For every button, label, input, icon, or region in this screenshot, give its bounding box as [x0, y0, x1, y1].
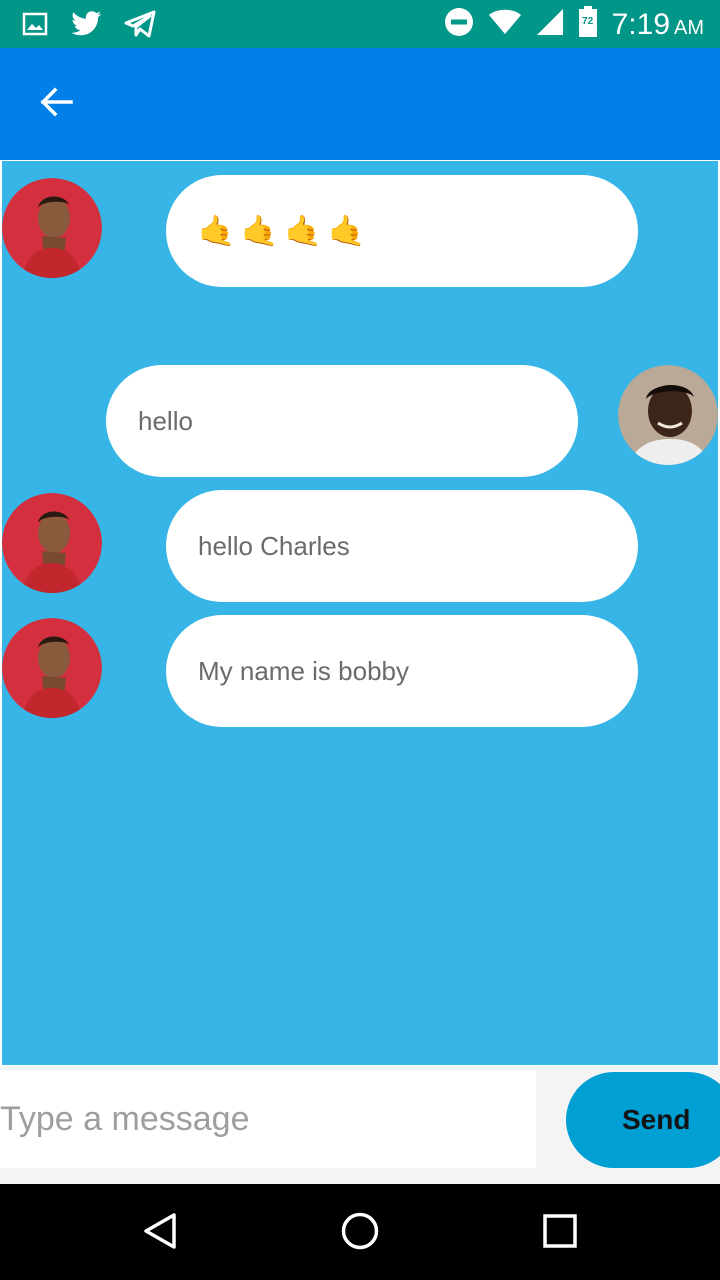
nav-bar: [0, 1184, 720, 1280]
clock-time: 7:19: [611, 7, 670, 41]
message-input[interactable]: [0, 1070, 536, 1168]
nav-home-button[interactable]: [330, 1208, 390, 1258]
message-text: hello Charles: [198, 530, 350, 561]
do-not-disturb-icon: [444, 7, 474, 42]
telegram-icon: [124, 10, 156, 43]
send-label: Send: [622, 1104, 691, 1135]
wifi-icon: [488, 9, 522, 40]
avatar-bobby[interactable]: [2, 618, 102, 718]
nav-recents-button[interactable]: [530, 1208, 590, 1258]
message-bubble[interactable]: 🤙 🤙 🤙 🤙: [166, 175, 638, 287]
home-circle-icon: [340, 1211, 380, 1256]
back-triangle-icon: [140, 1211, 180, 1256]
battery-level: 72: [582, 16, 594, 27]
message-bubble[interactable]: hello Charles: [166, 490, 638, 602]
avatar-bobby[interactable]: [2, 493, 102, 593]
signal-icon: [536, 8, 564, 41]
send-button[interactable]: Send: [566, 1072, 720, 1168]
call-me-hand-icon: 🤙: [241, 214, 279, 248]
call-me-hand-icon: 🤙: [198, 214, 236, 248]
recents-square-icon: [540, 1211, 580, 1256]
nav-back-button[interactable]: [130, 1208, 190, 1258]
avatar-me[interactable]: [618, 365, 718, 465]
call-me-hand-icon: 🤙: [284, 214, 323, 248]
back-button[interactable]: [28, 78, 84, 130]
clock-ampm: AM: [674, 16, 704, 39]
message-text: My name is bobby: [198, 655, 409, 686]
composer: Send: [0, 1066, 720, 1184]
message-text: hello: [138, 405, 193, 436]
emoji-row: 🤙 🤙 🤙 🤙: [198, 214, 365, 249]
arrow-back-icon: [39, 87, 73, 122]
clock: 7:19 AM: [612, 8, 704, 42]
chat-area[interactable]: 🤙 🤙 🤙 🤙 hello hello Charles My name is b…: [2, 161, 718, 1065]
twitter-icon: [70, 11, 102, 42]
call-me-hand-icon: 🤙: [328, 214, 366, 248]
message-bubble[interactable]: hello: [106, 365, 578, 477]
battery-icon: 72: [578, 6, 598, 43]
image-icon: [22, 12, 48, 41]
app-bar: [0, 48, 720, 160]
status-bar: 72 7:19 AM: [0, 0, 720, 48]
avatar-bobby[interactable]: [2, 178, 102, 278]
message-bubble[interactable]: My name is bobby: [166, 615, 638, 727]
